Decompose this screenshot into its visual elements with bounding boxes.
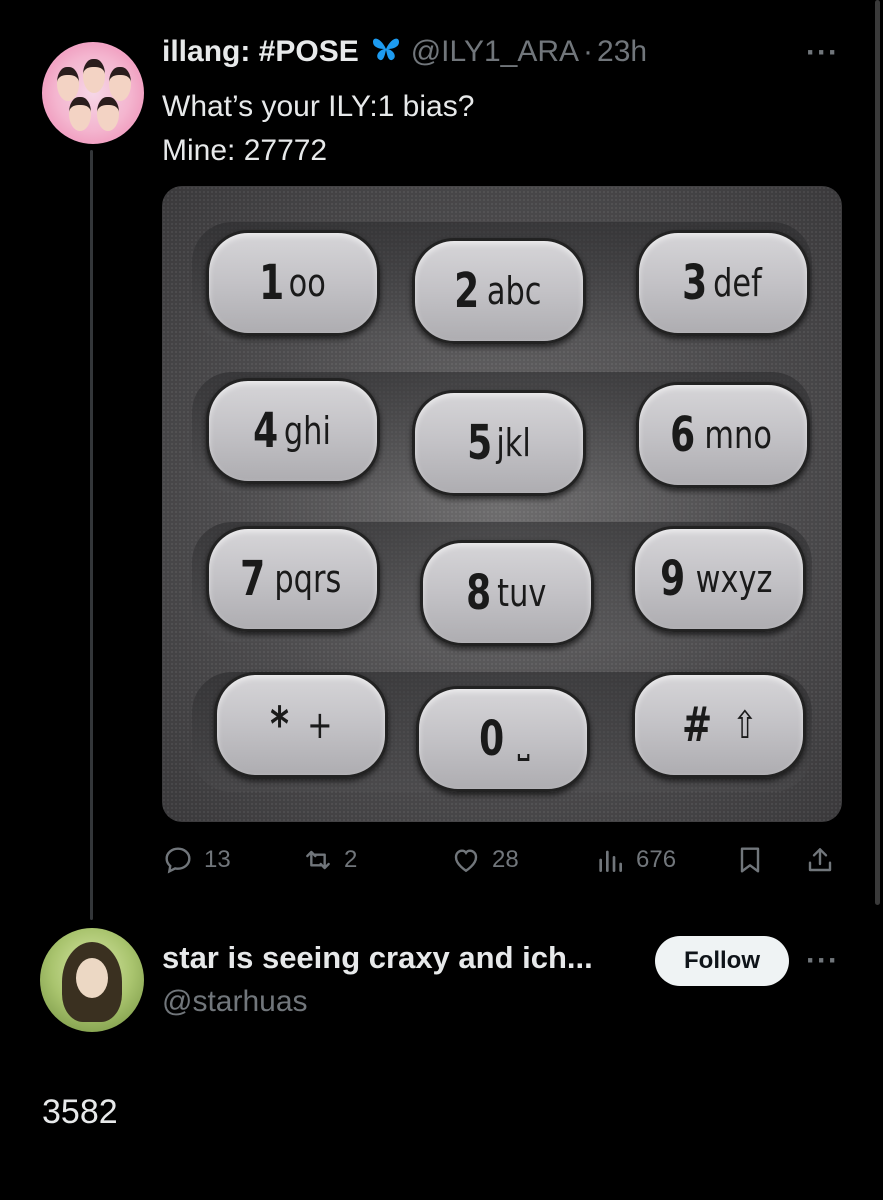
avatar-face [69, 97, 91, 131]
reply-button[interactable]: 13 [162, 842, 231, 878]
tweet-header: illang: #POSE @ILY1_ARA · 23h [162, 35, 647, 69]
reply-icon [165, 847, 191, 874]
keypad-key-6: 6 mno [636, 382, 810, 488]
avatar-face [57, 67, 79, 101]
avatar[interactable] [40, 928, 144, 1032]
tweet-actions: 13 2 28 676 [162, 842, 842, 878]
avatar-face [83, 59, 105, 93]
bookmark-icon [740, 847, 760, 873]
scrollbar[interactable] [875, 0, 880, 905]
heart-icon [454, 849, 478, 873]
tweet-text: What’s your ILY:1 bias? Mine: 27772 [162, 85, 474, 173]
repost-icon [306, 850, 330, 870]
avatar-face [109, 67, 131, 101]
like-button[interactable]: 28 [450, 842, 519, 878]
tweet-text-line: What’s your ILY:1 bias? [162, 90, 475, 123]
tweet-image[interactable]: 1 oo 2 abc 3 def 4 ghi 5 jkl 6 mno 7 pqrs 8 tuv … [162, 186, 842, 822]
views-icon [599, 850, 622, 872]
bookmark-button[interactable] [734, 842, 766, 878]
reply-count: 13 [204, 846, 231, 873]
keypad-key-2: 2 abc [412, 238, 586, 344]
more-options-icon[interactable]: ··· [806, 944, 839, 978]
keypad-key-8: 8 tuv [420, 540, 594, 646]
keypad-key-3: 3 def [636, 230, 810, 336]
follow-button[interactable]: Follow [655, 936, 789, 986]
tweet-text-line: Mine: 27772 [162, 134, 328, 167]
avatar-face [97, 97, 119, 131]
keypad-key-9: 9 wxyz [632, 526, 806, 632]
keypad-key-5: 5 jkl [412, 390, 586, 496]
display-name[interactable]: illang: #POSE [162, 35, 359, 69]
repost-count: 2 [344, 846, 358, 873]
separator: · [583, 35, 594, 68]
avatar-face [76, 958, 108, 998]
handle[interactable]: @ILY1_ARA [411, 35, 579, 69]
avatar[interactable] [42, 42, 144, 144]
reply-text: 3582 [42, 1093, 118, 1131]
keypad-key-1: 1 oo [206, 230, 380, 336]
view-count: 676 [636, 846, 677, 873]
keypad-key-7: 7 pqrs [206, 526, 380, 632]
share-icon [808, 848, 832, 872]
keypad-key-4: 4 ghi [206, 378, 380, 484]
keypad-key-star: * + [214, 672, 388, 778]
thread-line [90, 150, 93, 920]
more-options-icon[interactable]: ··· [806, 36, 839, 70]
display-name[interactable]: star is seeing craxy and ich... [162, 940, 593, 976]
timestamp[interactable]: 23h [597, 35, 647, 69]
keypad-key-0: 0 ⎵ [416, 686, 590, 792]
butterfly-icon [371, 36, 401, 69]
views-button[interactable]: 676 [594, 842, 676, 878]
handle[interactable]: @starhuas [162, 985, 308, 1019]
repost-button[interactable]: 2 [302, 842, 357, 878]
share-button[interactable] [804, 842, 836, 878]
keypad-key-hash: # ⇧ [632, 672, 806, 778]
like-count: 28 [492, 846, 519, 873]
